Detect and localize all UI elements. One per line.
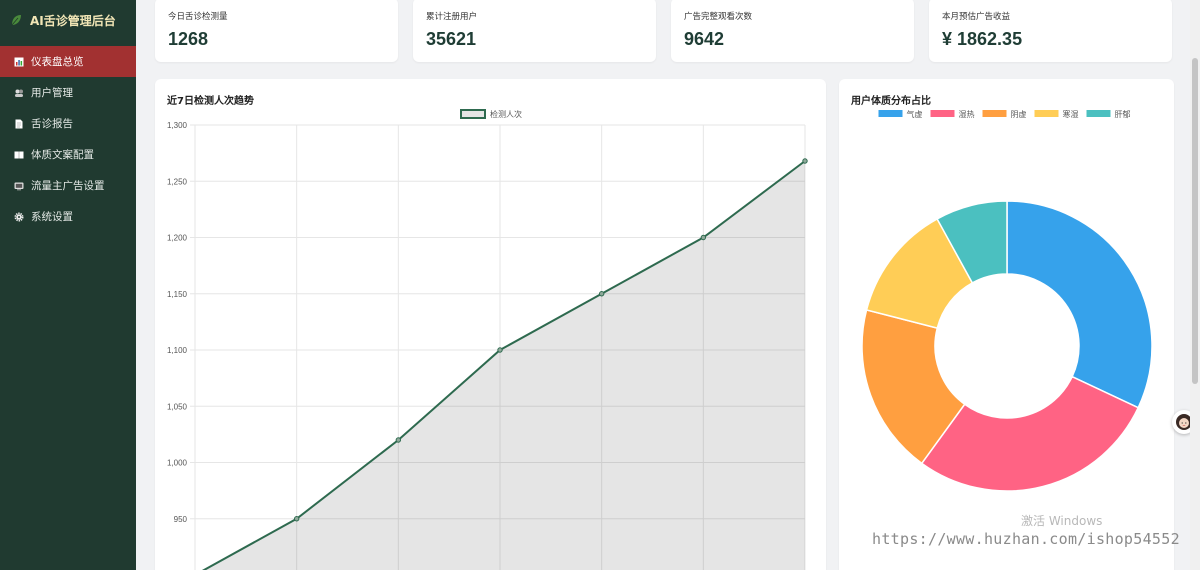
data-point [700, 234, 707, 241]
data-point [497, 347, 503, 353]
sidebar-item-label: 舌诊报告 [31, 118, 73, 130]
stat-card-total-users: 累计注册用户 35621 [413, 0, 656, 62]
stat-title: 广告完整观看次数 [684, 12, 753, 22]
pie-panel: 用户体质分布占比 气虚 湿热 阴虚 寒湿 肝郁 [839, 79, 1174, 570]
chart-legend: 气虚 湿热 阴虚 寒湿 肝郁 [878, 109, 1131, 119]
sidebar-item-label: 流量主广告设置 [31, 180, 105, 192]
stat-value: 1268 [168, 29, 209, 49]
book-icon [14, 151, 24, 158]
document-icon [15, 119, 23, 128]
sidebar-item-label: 仪表盘总览 [31, 56, 84, 68]
y-tick-label: 1,200 [167, 234, 188, 243]
gear-icon [14, 212, 24, 221]
y-tick-label: 950 [174, 515, 188, 524]
stat-value: 35621 [426, 29, 477, 49]
sidebar-item-reports[interactable]: 舌诊报告 [0, 108, 136, 139]
sidebar-item-constitution[interactable]: 体质文案配置 [0, 139, 136, 170]
scrollbar-thumb[interactable] [1192, 58, 1198, 384]
y-tick-label: 1,000 [167, 459, 188, 468]
legend-label: 湿热 [959, 109, 975, 119]
trend-panel: 近7日检测人次趋势 950 1,000 1,050 1,100 1,150 1,200 1,… [155, 79, 826, 570]
tv-icon [14, 182, 24, 190]
data-point [293, 516, 300, 522]
legend-label: 检测人次 [490, 109, 522, 119]
stat-title: 本月预估广告收益 [942, 12, 1011, 22]
stat-value: ¥ 1862.35 [942, 29, 1023, 49]
bar-chart-icon [14, 57, 24, 66]
site-watermark: https://www.huzhan.com/ishop54552 [872, 530, 1180, 548]
chart-legend: 检测人次 [460, 109, 522, 119]
y-tick-label: 1,050 [167, 402, 188, 411]
donut-slice [1006, 200, 1153, 409]
stat-value: 9642 [684, 29, 725, 49]
donut-slice [920, 375, 1140, 492]
sidebar-item-label: 用户管理 [31, 87, 73, 99]
stat-card-ad-revenue: 本月预估广告收益 ¥ 1862.35 [929, 0, 1172, 62]
y-tick-label: 1,300 [167, 121, 188, 130]
line-chart: 950 1,000 1,050 1,100 1,150 1,200 1,250 1,300 检测… [167, 109, 808, 570]
stat-title: 累计注册用户 [426, 12, 478, 22]
data-point [598, 291, 605, 297]
legend-label: 肝郁 [1115, 109, 1131, 119]
sidebar-item-label: 系统设置 [31, 211, 73, 223]
legend-swatch [930, 110, 955, 117]
legend-swatch [982, 110, 1007, 117]
stat-title: 今日舌诊检测量 [168, 12, 228, 22]
sidebar-item-settings[interactable]: 系统设置 [0, 201, 136, 232]
y-tick-label: 1,100 [167, 346, 188, 355]
brand[interactable]: AI舌诊管理后台 [0, 0, 136, 40]
legend-swatch [460, 109, 486, 119]
sidebar-item-users[interactable]: 用户管理 [0, 77, 136, 108]
sidebar: AI舌诊管理后台 仪表盘总览 用户管理 舌诊报告 体质文案配置 流量主广告设置 … [0, 0, 136, 570]
stat-card-today-checks: 今日舌诊检测量 1268 [155, 0, 398, 62]
data-point [802, 158, 808, 164]
leaf-icon [11, 15, 21, 26]
sidebar-item-label: 体质文案配置 [31, 149, 94, 161]
app-title: AI舌诊管理后台 [30, 13, 116, 28]
windows-activation-watermark: 激活 Windows [1021, 514, 1103, 528]
sidebar-item-ads[interactable]: 流量主广告设置 [0, 170, 136, 201]
stat-card-ad-views: 广告完整观看次数 9642 [671, 0, 914, 62]
donut-chart: 气虚 湿热 阴虚 寒湿 肝郁 [861, 109, 1153, 492]
legend-swatch [1086, 110, 1111, 117]
sidebar-item-dashboard[interactable]: 仪表盘总览 [0, 46, 136, 77]
legend-label: 阴虚 [1011, 109, 1027, 119]
y-tick-label: 1,150 [167, 290, 188, 299]
legend-swatch [1034, 110, 1059, 117]
legend-label: 气虚 [907, 109, 923, 119]
sidebar-nav: 仪表盘总览 用户管理 舌诊报告 体质文案配置 流量主广告设置 系统设置 [0, 46, 136, 232]
y-tick-label: 1,250 [167, 177, 188, 186]
users-icon [15, 89, 23, 97]
legend-swatch [878, 110, 903, 117]
page-scrollbar[interactable] [1190, 0, 1200, 570]
legend-label: 寒湿 [1063, 109, 1079, 119]
data-point [395, 437, 402, 443]
